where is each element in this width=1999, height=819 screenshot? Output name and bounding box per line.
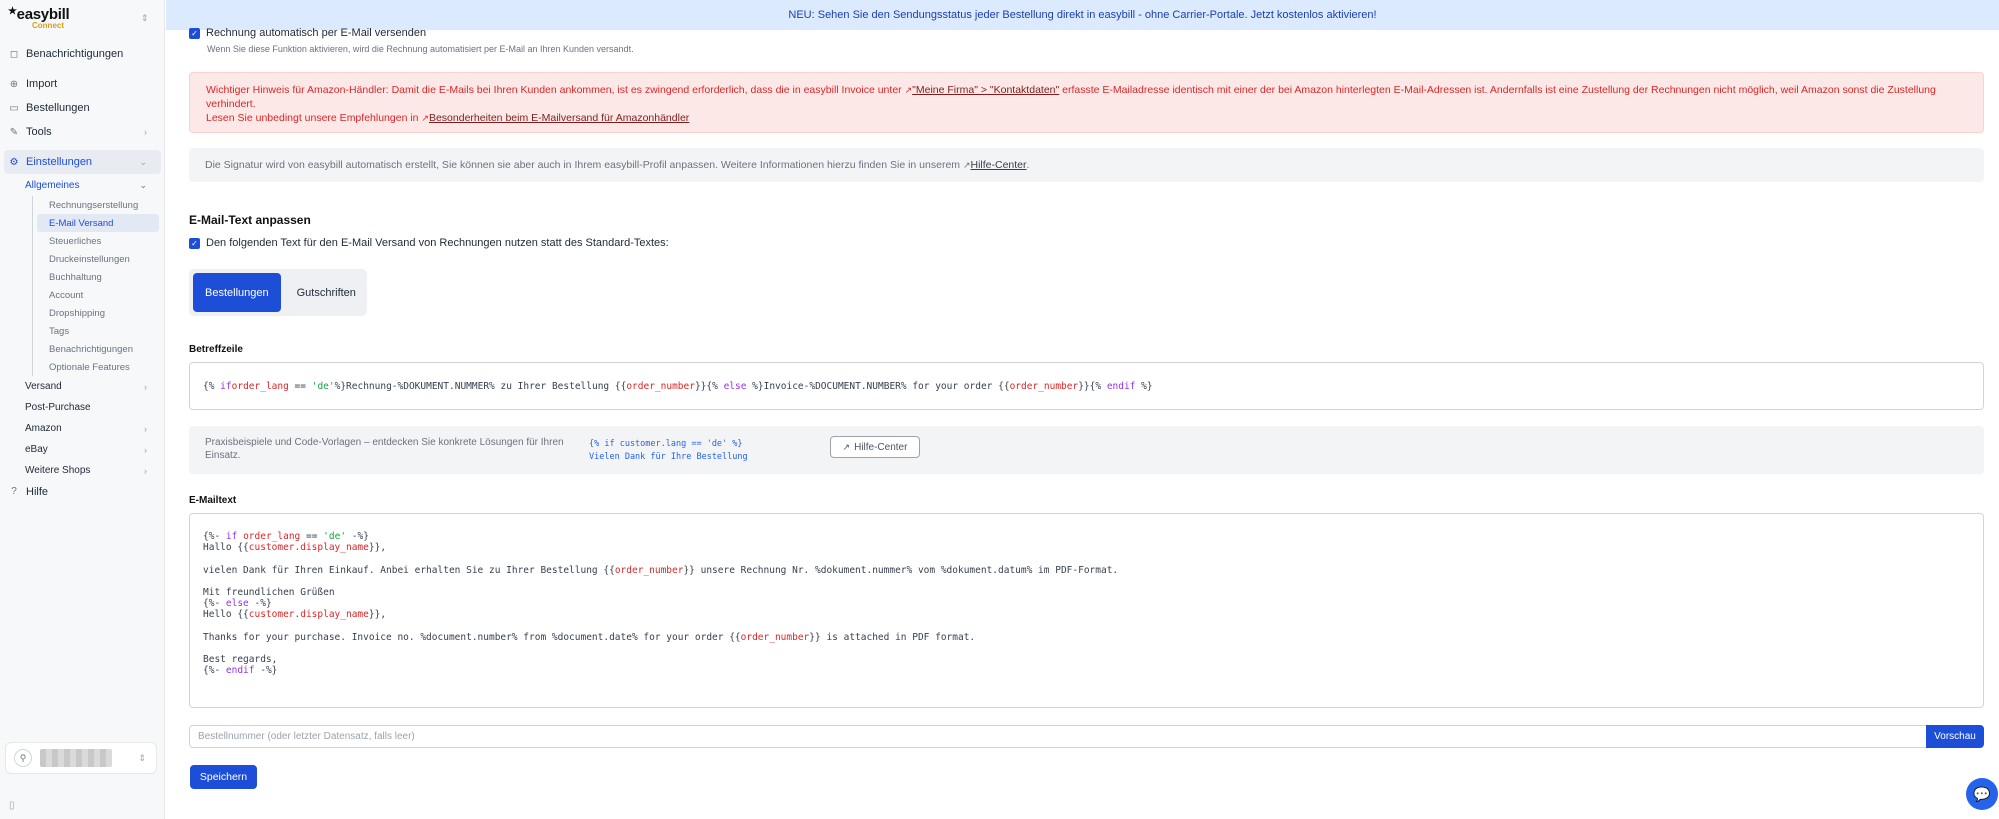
collapse-sidebar-icon[interactable]: ▯ xyxy=(9,800,15,811)
sidebar-item-allgemeines[interactable]: Allgemeines ⌄ xyxy=(0,174,165,196)
sidebar: ★easybill Connect ⇕ ◻ Benachrichtigungen… xyxy=(0,0,165,819)
custom-text-checkbox[interactable]: ✓ xyxy=(189,237,200,249)
section-title: E-Mail-Text anpassen xyxy=(189,213,311,227)
sidebar-item-email-versand[interactable]: E-Mail Versand xyxy=(37,214,159,232)
amazon-guide-link[interactable]: Besonderheiten beim E-Mailversand für Am… xyxy=(429,112,689,124)
sidebar-item-druckeinstellungen[interactable]: Druckeinstellungen xyxy=(37,250,165,268)
mail-text-editor[interactable]: {%- if order_lang == 'de' -%} Hallo {{cu… xyxy=(189,513,1984,708)
sidebar-item-einstellungen[interactable]: ⚙ Einstellungen ⌄ xyxy=(4,150,161,174)
chevron-right-icon: › xyxy=(144,423,147,434)
subject-input[interactable]: {% if order_lang == 'de' %}Rechnung-%DOKU… xyxy=(189,362,1984,410)
easybill-logo[interactable]: ★easybill Connect xyxy=(8,6,70,30)
external-link-icon: ↗ xyxy=(421,113,429,123)
orders-icon: ▭ xyxy=(9,102,19,114)
chevron-right-icon: › xyxy=(144,381,147,392)
sidebar-item-versand[interactable]: Versand › xyxy=(0,376,165,397)
hint-code-sample: {% if customer.lang == 'de' %} Vielen Dan… xyxy=(589,439,748,462)
sidebar-item-benachrichtigungen-settings[interactable]: Benachrichtigungen xyxy=(37,340,165,358)
save-button[interactable]: Speichern xyxy=(190,765,257,789)
template-tabs: Bestellungen Gutschriften xyxy=(189,269,367,316)
sidebar-item-ebay[interactable]: eBay › xyxy=(0,439,165,460)
contact-data-link[interactable]: "Meine Firma" > "Kontaktdaten" xyxy=(912,84,1059,96)
sidebar-item-hilfe[interactable]: ? Hilfe xyxy=(0,481,165,502)
sidebar-item-optionale-features[interactable]: Optionale Features xyxy=(37,358,165,376)
settings-sublist: Rechnungserstellung E-Mail Versand Steue… xyxy=(32,196,165,376)
sidebar-item-buchhaltung[interactable]: Buchhaltung xyxy=(37,268,165,286)
email-settings-content: ✓ Rechnung automatisch per E-Mail versen… xyxy=(166,27,1999,819)
external-link-icon: ↗ xyxy=(904,85,913,95)
tab-gutschriften[interactable]: Gutschriften xyxy=(285,273,368,312)
order-number-input[interactable]: Bestellnummer (oder letzter Datensatz, f… xyxy=(189,725,1926,748)
sidebar-item-tools[interactable]: ✎ Tools › xyxy=(0,120,165,144)
redacted-username xyxy=(40,749,112,767)
chevron-right-icon: › xyxy=(144,465,147,476)
sidebar-item-tags[interactable]: Tags xyxy=(37,322,165,340)
sidebar-item-account[interactable]: Account xyxy=(37,286,165,304)
tab-bestellungen[interactable]: Bestellungen xyxy=(193,273,281,312)
preview-button[interactable]: Vorschau xyxy=(1926,725,1984,748)
settings-icon: ⚙ xyxy=(9,156,19,168)
sidebar-item-post-purchase[interactable]: Post-Purchase xyxy=(0,397,165,418)
custom-text-label: Den folgenden Text für den E-Mail Versan… xyxy=(206,237,669,249)
sidebar-item-weitere-shops[interactable]: Weitere Shops › xyxy=(0,460,165,481)
announcement-banner[interactable]: NEU: Sehen Sie den Sendungsstatus jeder … xyxy=(166,0,1999,30)
chevron-right-icon: › xyxy=(144,127,147,137)
help-icon: ? xyxy=(11,486,17,497)
sidebar-item-benachrichtigungen[interactable]: ◻ Benachrichtigungen xyxy=(0,42,165,66)
templates-hint: Praxisbeispiele und Code-Vorlagen – entd… xyxy=(189,426,1984,474)
workspace-switch-icon[interactable]: ⇕ xyxy=(141,13,149,24)
mail-text-label: E-Mailtext xyxy=(189,495,237,506)
import-icon: ⊕ xyxy=(9,78,19,90)
chevron-down-icon: ⌄ xyxy=(139,156,147,167)
chat-icon[interactable]: 💬 xyxy=(1966,778,1998,810)
auto-send-help: Wenn Sie diese Funktion aktivieren, wird… xyxy=(207,44,634,54)
sidebar-item-dropshipping[interactable]: Dropshipping xyxy=(37,304,165,322)
hint-text: Praxisbeispiele und Code-Vorlagen – entd… xyxy=(205,437,564,461)
sidebar-item-rechnungserstellung[interactable]: Rechnungserstellung xyxy=(37,196,165,214)
sidebar-item-amazon[interactable]: Amazon › xyxy=(0,418,165,439)
amazon-warning-alert: Wichtiger Hinweis für Amazon-Händler: Da… xyxy=(189,72,1984,133)
sidebar-item-steuerliches[interactable]: Steuerliches xyxy=(37,232,165,250)
help-center-link[interactable]: Hilfe-Center xyxy=(971,159,1027,171)
external-link-icon: ↗ xyxy=(842,441,851,452)
help-center-button[interactable]: ↗ Hilfe-Center xyxy=(830,436,920,458)
banner-text: NEU: Sehen Sie den Sendungsstatus jeder … xyxy=(788,9,1377,21)
custom-text-row: ✓ Den folgenden Text für den E-Mail Vers… xyxy=(189,237,669,249)
bell-icon: ◻ xyxy=(9,48,19,60)
signature-info-alert: Die Signatur wird von easybill automatis… xyxy=(189,148,1984,182)
subject-label: Betreffzeile xyxy=(189,344,243,355)
chevron-right-icon: › xyxy=(144,444,147,455)
auto-send-checkbox[interactable]: ✓ xyxy=(189,27,200,39)
user-menu[interactable]: ⚲ ⇕ xyxy=(5,742,157,774)
sidebar-item-import[interactable]: ⊕ Import xyxy=(0,72,165,96)
chevron-updown-icon: ⇕ xyxy=(138,752,146,763)
auto-send-row: ✓ Rechnung automatisch per E-Mail versen… xyxy=(189,27,426,39)
sidebar-item-bestellungen[interactable]: ▭ Bestellungen xyxy=(0,96,165,120)
auto-send-label: Rechnung automatisch per E-Mail versende… xyxy=(206,27,427,39)
tools-icon: ✎ xyxy=(9,126,19,138)
chevron-down-icon: ⌄ xyxy=(139,179,147,190)
logo-subtitle: Connect xyxy=(32,21,64,30)
external-link-icon: ↗ xyxy=(962,159,971,170)
avatar: ⚲ xyxy=(14,749,32,767)
